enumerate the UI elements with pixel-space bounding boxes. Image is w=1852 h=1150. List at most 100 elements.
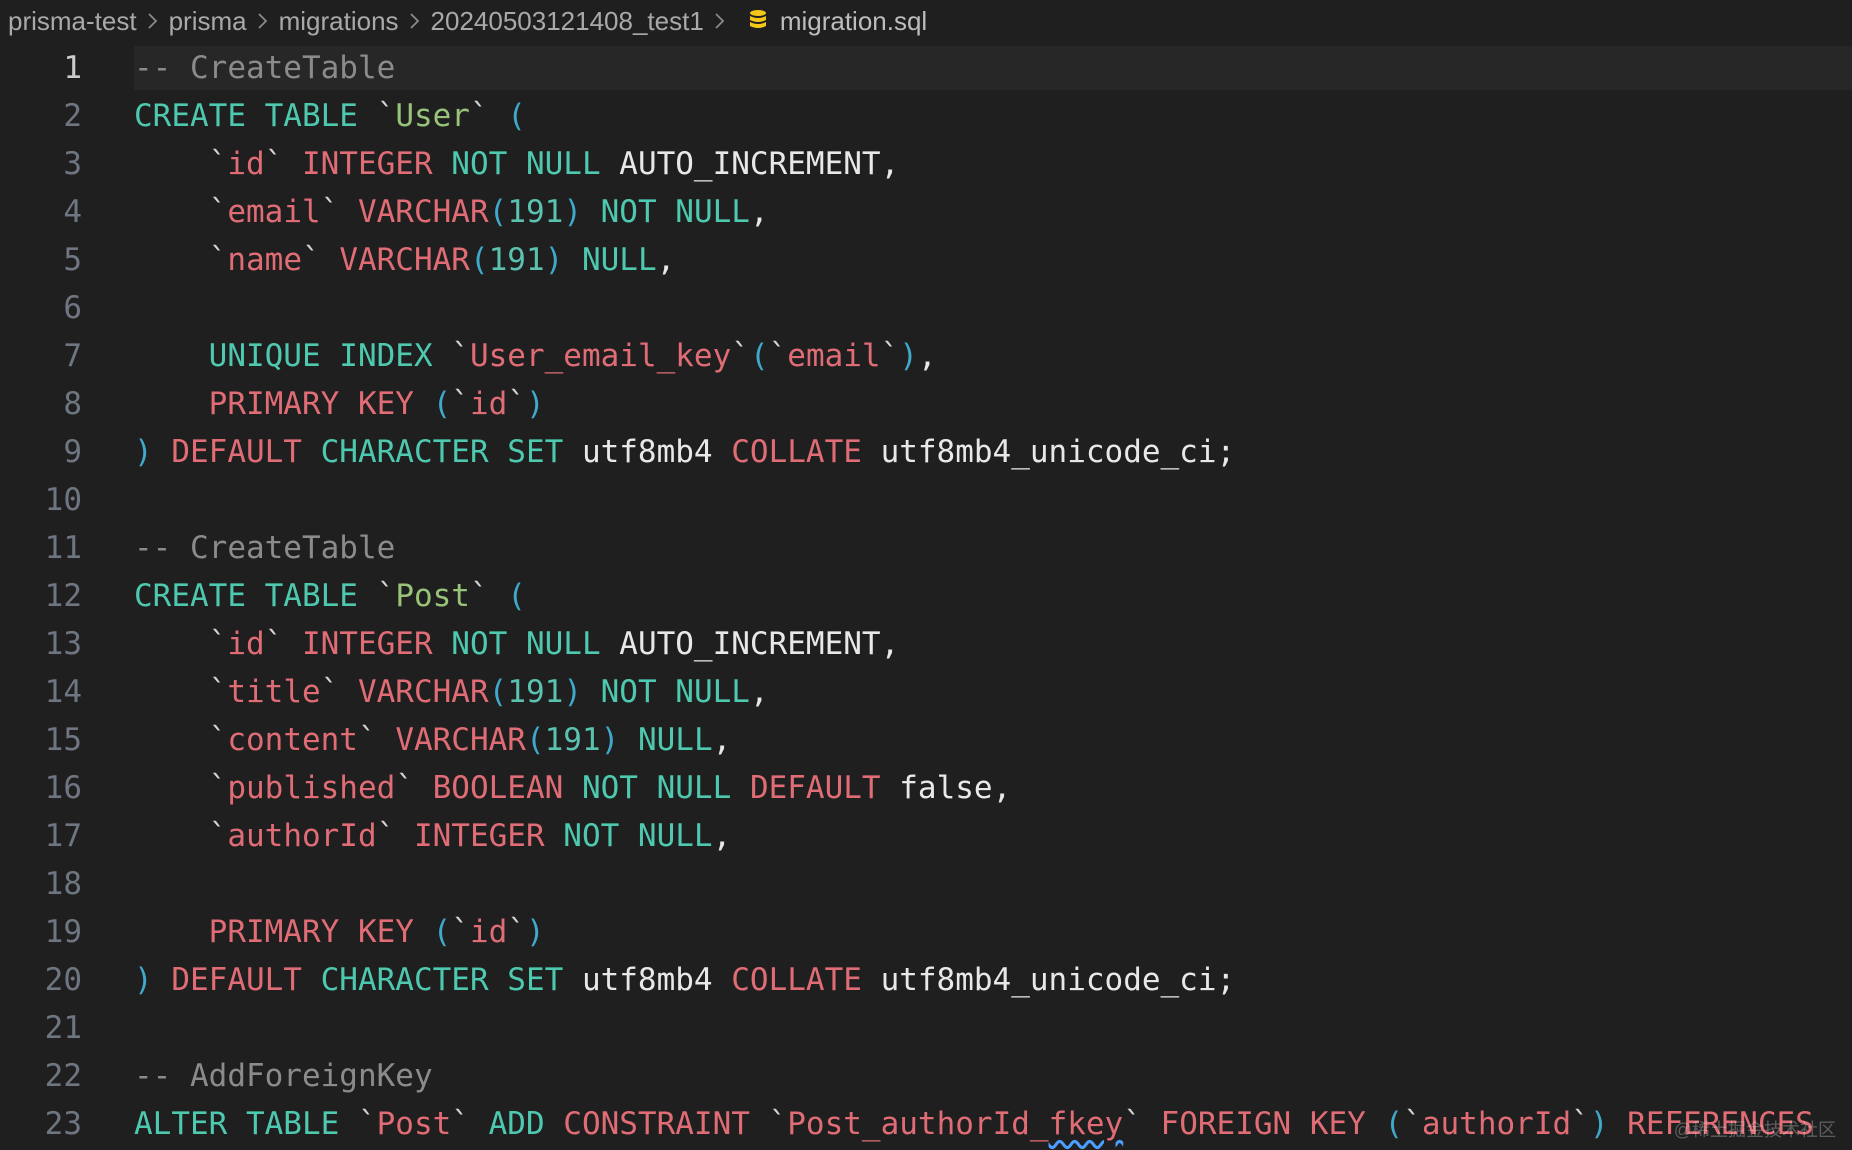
code-token: title <box>227 674 320 710</box>
line-content: ALTER TABLE `Post` ADD CONSTRAINT `Post_… <box>134 1102 1814 1146</box>
database-icon <box>748 9 768 33</box>
code-token: ` <box>209 674 228 710</box>
line-number: 10 <box>0 478 82 522</box>
code-token: , <box>918 338 937 374</box>
code-token: NOT NULL <box>563 818 712 854</box>
code-token: CREATE TABLE <box>134 578 377 614</box>
code-line[interactable]: 22 -- AddForeignKey <box>0 1054 1852 1102</box>
code-line[interactable]: 18 <box>0 862 1852 910</box>
code-line[interactable]: 13 `id` INTEGER NOT NULL AUTO_INCREMENT, <box>0 622 1852 670</box>
code-lines: 1-- CreateTable2CREATE TABLE `User` (3 `… <box>0 46 1852 1150</box>
code-token: ( <box>526 722 545 758</box>
code-line[interactable]: 15 `content` VARCHAR(191) NULL, <box>0 718 1852 766</box>
code-token: ` <box>1403 1106 1422 1142</box>
code-line[interactable]: 12CREATE TABLE `Post` ( <box>0 574 1852 622</box>
breadcrumb-item-migrations[interactable]: migrations <box>279 6 399 37</box>
breadcrumb-item-file[interactable]: migration.sql <box>780 6 927 37</box>
code-line[interactable]: 17 `authorId` INTEGER NOT NULL, <box>0 814 1852 862</box>
code-token: DEFAULT <box>171 962 320 998</box>
code-token: DEFAULT <box>750 770 899 806</box>
code-token: ) <box>134 962 171 998</box>
code-line[interactable]: 14 `title` VARCHAR(191) NOT NULL, <box>0 670 1852 718</box>
line-number: 13 <box>0 622 82 666</box>
code-token: NULL <box>582 242 657 278</box>
code-token: UNIQUE INDEX <box>209 338 452 374</box>
code-token: NULL <box>638 722 713 758</box>
breadcrumb-item-prisma[interactable]: prisma <box>169 6 247 37</box>
code-line[interactable]: 4 `email` VARCHAR(191) NOT NULL, <box>0 190 1852 238</box>
code-token: COLLATE <box>731 434 880 470</box>
code-token: ` <box>209 626 228 662</box>
code-token: ` <box>377 578 396 614</box>
code-line[interactable]: 9) DEFAULT CHARACTER SET utf8mb4 COLLATE… <box>0 430 1852 478</box>
watermark: @稀土掘金技术社区 <box>1674 1116 1836 1142</box>
code-token: id <box>227 626 264 662</box>
code-token: NOT NULL <box>451 626 619 662</box>
line-number: 15 <box>0 718 82 762</box>
code-line[interactable]: 20) DEFAULT CHARACTER SET utf8mb4 COLLAT… <box>0 958 1852 1006</box>
line-content: `id` INTEGER NOT NULL AUTO_INCREMENT, <box>134 622 899 666</box>
line-number: 3 <box>0 142 82 186</box>
line-content: CREATE TABLE `Post` ( <box>134 574 526 618</box>
code-token: ( <box>433 386 452 422</box>
code-token <box>134 146 209 182</box>
code-token: ` <box>321 674 358 710</box>
code-line[interactable]: 5 `name` VARCHAR(191) NULL, <box>0 238 1852 286</box>
line-number: 22 <box>0 1054 82 1098</box>
line-content: CREATE TABLE `User` ( <box>134 94 526 138</box>
code-line[interactable]: 3 `id` INTEGER NOT NULL AUTO_INCREMENT, <box>0 142 1852 190</box>
line-content: `id` INTEGER NOT NULL AUTO_INCREMENT, <box>134 142 899 186</box>
code-token: INTEGER <box>302 146 451 182</box>
code-token: ` <box>377 98 396 134</box>
line-content: `email` VARCHAR(191) NOT NULL, <box>134 190 769 234</box>
code-editor[interactable]: 1-- CreateTable2CREATE TABLE `User` (3 `… <box>0 46 1852 1146</box>
breadcrumb-item-project[interactable]: prisma-test <box>8 6 137 37</box>
breadcrumb-item-migration-folder[interactable]: 20240503121408_test1 <box>431 6 704 37</box>
code-token: ` <box>507 386 526 422</box>
code-token: ` <box>358 1106 377 1142</box>
code-token: VARCHAR <box>339 242 470 278</box>
code-token: ) <box>563 674 600 710</box>
code-token: ) <box>134 434 171 470</box>
line-content: `title` VARCHAR(191) NOT NULL, <box>134 670 769 714</box>
code-token: 191 <box>507 194 563 230</box>
code-line[interactable]: 10 <box>0 478 1852 526</box>
code-token: fkey <box>1049 1106 1124 1142</box>
code-token: ( <box>489 194 508 230</box>
line-content: -- CreateTable <box>134 46 395 90</box>
code-token: -- CreateTable <box>134 530 395 566</box>
code-token: ( <box>470 242 489 278</box>
code-line[interactable]: 7 UNIQUE INDEX `User_email_key`(`email`)… <box>0 334 1852 382</box>
code-token: ` <box>451 338 470 374</box>
code-line[interactable]: 11-- CreateTable <box>0 526 1852 574</box>
code-token: Post_authorId_ <box>787 1106 1048 1142</box>
code-line[interactable]: 6 <box>0 286 1852 334</box>
code-token: CHARACTER SET <box>321 962 582 998</box>
code-line[interactable]: 23ALTER TABLE `Post` ADD CONSTRAINT `Pos… <box>0 1102 1852 1150</box>
code-token: ` <box>731 338 750 374</box>
code-line[interactable]: 21 <box>0 1006 1852 1054</box>
code-token: ) <box>545 242 582 278</box>
code-token <box>134 674 209 710</box>
code-token: COLLATE <box>731 962 880 998</box>
code-token <box>134 722 209 758</box>
code-token: ) <box>601 722 638 758</box>
line-number: 9 <box>0 430 82 474</box>
code-line[interactable]: 8 PRIMARY KEY (`id`) <box>0 382 1852 430</box>
line-number: 18 <box>0 862 82 906</box>
code-token: ( <box>433 914 452 950</box>
code-line[interactable]: 2 CREATE TABLE `User` ( <box>0 94 1852 142</box>
line-number: 21 <box>0 1006 82 1050</box>
line-number: 19 <box>0 910 82 954</box>
code-token: ( <box>489 674 508 710</box>
code-line[interactable]: 16 `published` BOOLEAN NOT NULL DEFAULT … <box>0 766 1852 814</box>
code-token: -- AddForeignKey <box>134 1058 433 1094</box>
code-token: utf8mb4 <box>582 434 731 470</box>
line-number: 2 <box>0 94 82 138</box>
line-content: -- AddForeignKey <box>134 1054 433 1098</box>
code-token: ` <box>321 194 358 230</box>
code-line[interactable]: 19 PRIMARY KEY (`id`) <box>0 910 1852 958</box>
code-line[interactable]: 1-- CreateTable <box>0 46 1852 94</box>
line-content: `content` VARCHAR(191) NULL, <box>134 718 731 762</box>
code-token: VARCHAR <box>395 722 526 758</box>
